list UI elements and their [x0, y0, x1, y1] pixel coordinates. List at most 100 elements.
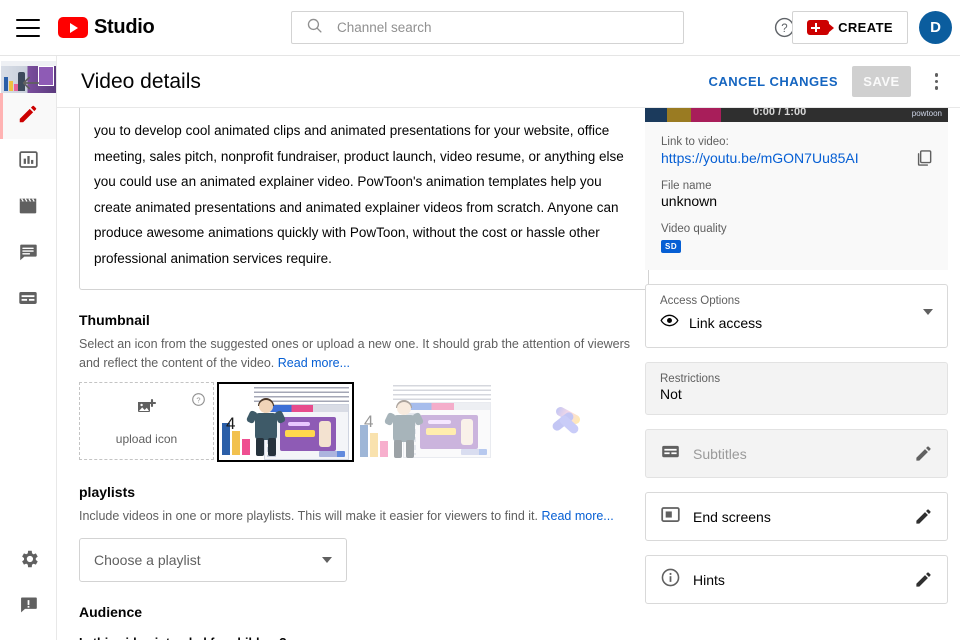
access-options-label: Access Options [660, 295, 740, 307]
thumbnail-description-text: Select an icon from the suggested ones o… [79, 337, 631, 370]
thumbnail-option-1-number: 4 [226, 414, 236, 433]
page-title: Video details [81, 69, 201, 93]
thumbnail-option-1[interactable]: 4 [217, 382, 354, 462]
video-quality-badge: SD [661, 240, 682, 253]
avatar-initial: D [930, 19, 941, 36]
sidebar-item-settings[interactable] [0, 538, 57, 584]
restrictions-value: Not [660, 386, 682, 402]
thumbnail-option-2[interactable]: 4 [357, 382, 494, 462]
playlists-read-more-link[interactable]: Read more... [541, 509, 613, 523]
thumbnail-option-3[interactable] [497, 382, 634, 462]
help-circle-icon[interactable]: ? [191, 392, 206, 412]
playlist-select-value: Choose a playlist [94, 552, 201, 568]
video-info-card: Link to video: https://youtu.be/mGON7Uu8… [645, 122, 948, 270]
eye-icon [660, 311, 679, 335]
sidebar-item-feedback[interactable] [0, 584, 57, 630]
video-quality-label: Video quality [661, 223, 727, 235]
player-timestamp: 0:00 / 1:00 [753, 108, 807, 118]
svg-text:?: ? [781, 23, 787, 35]
clapperboard-icon [17, 195, 39, 222]
chevron-down-icon [322, 557, 332, 563]
access-options-card[interactable]: Access Options Link access [645, 284, 948, 348]
thumbnail-description: Select an icon from the suggested ones o… [79, 335, 649, 373]
left-column: you to develop cool animated clips and a… [79, 108, 649, 640]
search-input[interactable] [337, 20, 683, 35]
image-add-icon [135, 397, 159, 426]
thumbnail-read-more-link[interactable]: Read more... [278, 356, 350, 370]
youtube-studio-window: Studio ? CREATE D [0, 0, 960, 640]
back-arrow-icon[interactable] [20, 72, 42, 99]
upload-thumbnail-button[interactable]: upload icon ? [79, 382, 214, 460]
studio-logo[interactable]: Studio [58, 16, 155, 39]
gear-icon [18, 548, 40, 575]
sidebar-item-editor[interactable] [0, 185, 56, 231]
comment-icon [17, 241, 39, 268]
video-player-preview[interactable]: 0:00 / 1:00 powtoon [645, 108, 948, 122]
page-header: Video details CANCEL CHANGES SAVE [22, 56, 960, 108]
restrictions-label: Restrictions [660, 373, 721, 385]
subtitles-card-label: Subtitles [693, 445, 747, 462]
audience-question: Is this video intended for children? [79, 636, 649, 640]
copy-icon[interactable] [914, 148, 934, 173]
pencil-icon[interactable] [914, 507, 933, 531]
sidebar-item-details[interactable] [0, 93, 56, 139]
sidebar-item-subtitles[interactable] [0, 277, 56, 323]
left-sidebar [0, 56, 57, 640]
channel-search-box[interactable] [291, 11, 684, 44]
video-details-content: you to develop cool animated clips and a… [57, 108, 960, 640]
playlist-select[interactable]: Choose a playlist [79, 538, 347, 582]
file-name-label: File name [661, 180, 712, 192]
access-options-value: Link access [689, 315, 763, 331]
studio-logo-text: Studio [94, 16, 155, 38]
save-button[interactable]: SAVE [852, 66, 911, 97]
description-field[interactable]: you to develop cool animated clips and a… [79, 108, 649, 290]
avatar[interactable]: D [919, 11, 952, 44]
thumbnail-heading: Thumbnail [79, 312, 150, 328]
youtube-play-icon [58, 17, 88, 38]
pencil-icon[interactable] [914, 444, 933, 468]
subtitles-card[interactable]: Subtitles [645, 429, 948, 478]
end-screens-card[interactable]: End screens [645, 492, 948, 541]
top-bar: Studio ? CREATE D [0, 0, 960, 56]
chevron-down-icon [923, 309, 933, 315]
feedback-icon [18, 594, 39, 620]
video-camera-plus-icon [807, 20, 835, 35]
sidebar-bottom-group [0, 538, 57, 630]
subtitles-icon [660, 441, 681, 467]
player-watermark: powtoon [911, 109, 942, 118]
create-button[interactable]: CREATE [792, 11, 908, 44]
search-icon [306, 17, 323, 39]
powtoon-logo-icon [549, 405, 583, 437]
hamburger-icon[interactable] [16, 18, 40, 37]
playlists-description: Include videos in one or more playlists.… [79, 507, 649, 526]
audience-heading: Audience [79, 604, 143, 620]
end-screen-icon [660, 504, 681, 530]
cancel-changes-button[interactable]: CANCEL CHANGES [708, 74, 838, 89]
right-column: 0:00 / 1:00 powtoon Link to video: https… [645, 108, 948, 604]
thumbnail-options-row: upload icon ? 4 4 [79, 382, 649, 462]
playlists-description-text: Include videos in one or more playlists.… [79, 509, 538, 523]
sidebar-item-analytics[interactable] [0, 139, 56, 185]
hints-card-label: Hints [693, 571, 725, 588]
svg-text:?: ? [196, 395, 200, 404]
link-to-video-label: Link to video: [661, 136, 729, 148]
playlists-heading: playlists [79, 484, 136, 500]
restrictions-card: Restrictions Not [645, 362, 948, 415]
upload-thumbnail-label: upload icon [115, 431, 178, 446]
subtitles-icon [17, 287, 39, 314]
info-icon [660, 567, 681, 593]
pencil-icon[interactable] [914, 570, 933, 594]
bar-chart-icon [18, 149, 39, 175]
thumbnail-character-illustration [383, 400, 425, 458]
kebab-menu-icon[interactable] [934, 73, 938, 90]
end-screens-card-label: End screens [693, 508, 771, 525]
link-to-video-value[interactable]: https://youtu.be/mGON7Uu85AI [661, 150, 932, 166]
description-text: you to develop cool animated clips and a… [94, 123, 624, 266]
thumbnail-character-illustration [245, 398, 287, 456]
sidebar-item-comments[interactable] [0, 231, 56, 277]
pencil-icon [17, 103, 39, 130]
create-button-label: CREATE [838, 20, 893, 35]
hints-card[interactable]: Hints [645, 555, 948, 604]
file-name-value: unknown [661, 193, 718, 209]
thumbnail-option-2-number: 4 [364, 412, 374, 431]
